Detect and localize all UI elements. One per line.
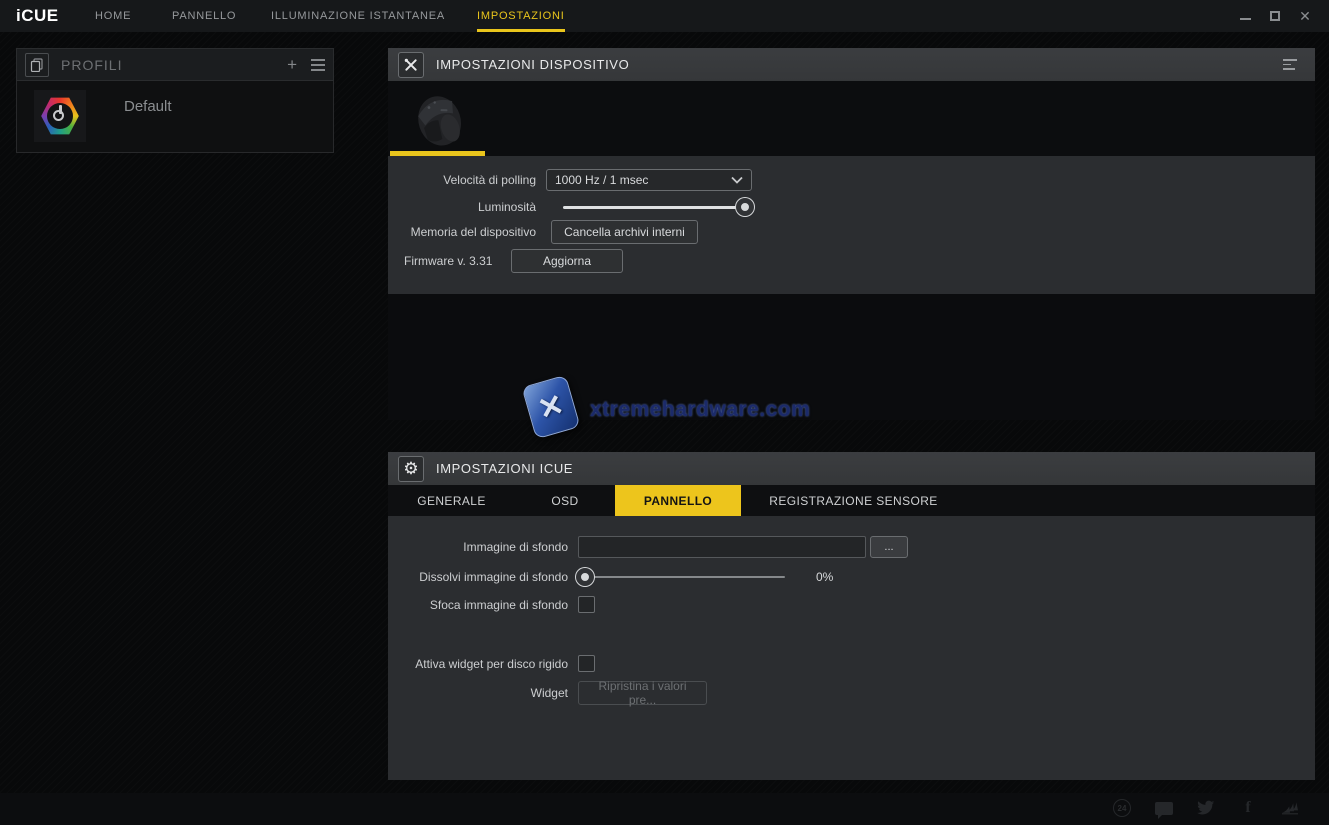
social-links: 24 f [1111,797,1301,819]
nav-tab-pannello[interactable]: PANNELLO [172,0,236,32]
brightness-row: Luminosità [388,196,1315,218]
bottom-bar: 24 f [0,793,1329,825]
blur-background-label: Sfoca immagine di sfondo [388,594,568,616]
maximize-button[interactable] [1267,8,1283,24]
device-tab-mouse[interactable] [390,83,485,156]
blur-background-checkbox[interactable] [578,596,595,613]
profile-name: Default [124,98,172,115]
profiles-menu-icon[interactable] [311,59,325,71]
firmware-version-label: Firmware v. 3.31 [404,250,492,272]
icue-settings-header: ⚙ IMPOSTAZIONI ICUE [388,452,1315,485]
icue-logo: iCUE [16,0,59,32]
gear-icon: ⚙ [398,456,424,482]
add-profile-button[interactable]: + [287,58,297,72]
icue-settings-body: Immagine di sfondo ... Dissolvi immagine… [388,516,1315,780]
nav-tab-impostazioni[interactable]: IMPOSTAZIONI [477,0,565,32]
device-settings-header: IMPOSTAZIONI DISPOSITIVO [388,48,1315,81]
restore-widget-defaults-button[interactable]: Ripristina i valori pre... [578,681,707,705]
device-settings-body: Velocità di polling 1000 Hz / 1 msec Lum… [388,156,1315,294]
icue-tabstrip: GENERALE OSD PANNELLO REGISTRAZIONE SENS… [388,485,1315,516]
brightness-slider-track [563,206,750,209]
minimize-icon [1240,18,1251,20]
nav-tab-illuminazione-istantanea[interactable]: ILLUMINAZIONE ISTANTANEA [271,0,445,32]
tab-pannello[interactable]: PANNELLO [615,485,741,516]
widget-row: Widget Ripristina i valori pre... [388,682,1315,704]
hdd-widget-label: Attiva widget per disco rigido [388,653,568,675]
tab-registrazione-sensore[interactable]: REGISTRAZIONE SENSORE [741,485,966,516]
tab-generale[interactable]: GENERALE [388,485,515,516]
brightness-slider-handle[interactable] [736,198,754,216]
tools-icon [398,52,424,78]
device-memory-row: Memoria del dispositivo Cancella archivi… [388,221,1315,243]
profiles-title: PROFILI [61,57,287,73]
blur-background-row: Sfoca immagine di sfondo [388,594,1315,616]
background-image-row: Immagine di sfondo ... [388,536,1315,558]
background-image-input[interactable] [578,536,866,558]
polling-row: Velocità di polling 1000 Hz / 1 msec [388,169,1315,191]
profile-row-default[interactable]: Default [17,81,333,152]
background-image-label: Immagine di sfondo [388,536,568,558]
fade-background-slider[interactable] [578,566,785,588]
icue-settings-title: IMPOSTAZIONI ICUE [436,461,573,476]
brightness-slider[interactable] [563,196,750,218]
widget-label: Widget [388,682,568,704]
minimize-button[interactable] [1237,8,1253,24]
main-content: IMPOSTAZIONI DISPOSITIVO Ve [388,48,1315,780]
profile-list: Default [16,81,334,153]
facebook-icon[interactable]: f [1237,797,1259,819]
window-controls: ✕ [1237,0,1313,32]
polling-rate-dropdown[interactable]: 1000 Hz / 1 msec [546,169,752,191]
fade-background-row: Dissolvi immagine di sfondo 0% [388,566,1315,588]
close-button[interactable]: ✕ [1297,8,1313,24]
profiles-sidebar: PROFILI + Default [16,48,334,153]
support-24-icon[interactable]: 24 [1111,797,1133,819]
close-icon: ✕ [1299,9,1311,23]
maximize-icon [1270,11,1280,21]
device-tabstrip [388,81,1315,156]
tab-osd[interactable]: OSD [515,485,615,516]
firmware-update-button[interactable]: Aggiorna [511,249,623,273]
brightness-label: Luminosità [388,196,536,218]
forum-icon[interactable] [1153,797,1175,819]
browse-button[interactable]: ... [870,536,908,558]
device-memory-label: Memoria del dispositivo [388,221,536,243]
icue-hex-logo-icon [40,96,80,136]
fade-background-label: Dissolvi immagine di sfondo [388,566,568,588]
chevron-down-icon [731,176,743,184]
polling-rate-value: 1000 Hz / 1 msec [555,173,731,187]
hdd-widget-checkbox[interactable] [578,655,595,672]
device-settings-menu-icon[interactable] [1283,59,1297,70]
polling-label: Velocità di polling [388,169,536,191]
corsair-logo-icon[interactable] [1279,797,1301,819]
clear-onboard-storage-button[interactable]: Cancella archivi interni [551,220,698,244]
device-panel-lower-area [388,294,1315,420]
profiles-icon [25,53,49,77]
panel-gap [388,420,1315,452]
top-navigation-bar: iCUE HOME PANNELLO ILLUMINAZIONE ISTANTA… [0,0,1329,32]
device-settings-title: IMPOSTAZIONI DISPOSITIVO [436,57,629,72]
nav-tab-home[interactable]: HOME [95,0,131,32]
fade-percent-value: 0% [816,566,833,588]
mouse-device-image [400,87,478,151]
hdd-widget-row: Attiva widget per disco rigido [388,653,1315,675]
firmware-row: Firmware v. 3.31 Aggiorna [388,250,1315,272]
profiles-header: PROFILI + [16,48,334,81]
twitter-icon[interactable] [1195,797,1217,819]
profile-icon-tile [34,90,86,142]
fade-slider-handle[interactable] [576,568,594,586]
fade-slider-track [578,576,785,578]
